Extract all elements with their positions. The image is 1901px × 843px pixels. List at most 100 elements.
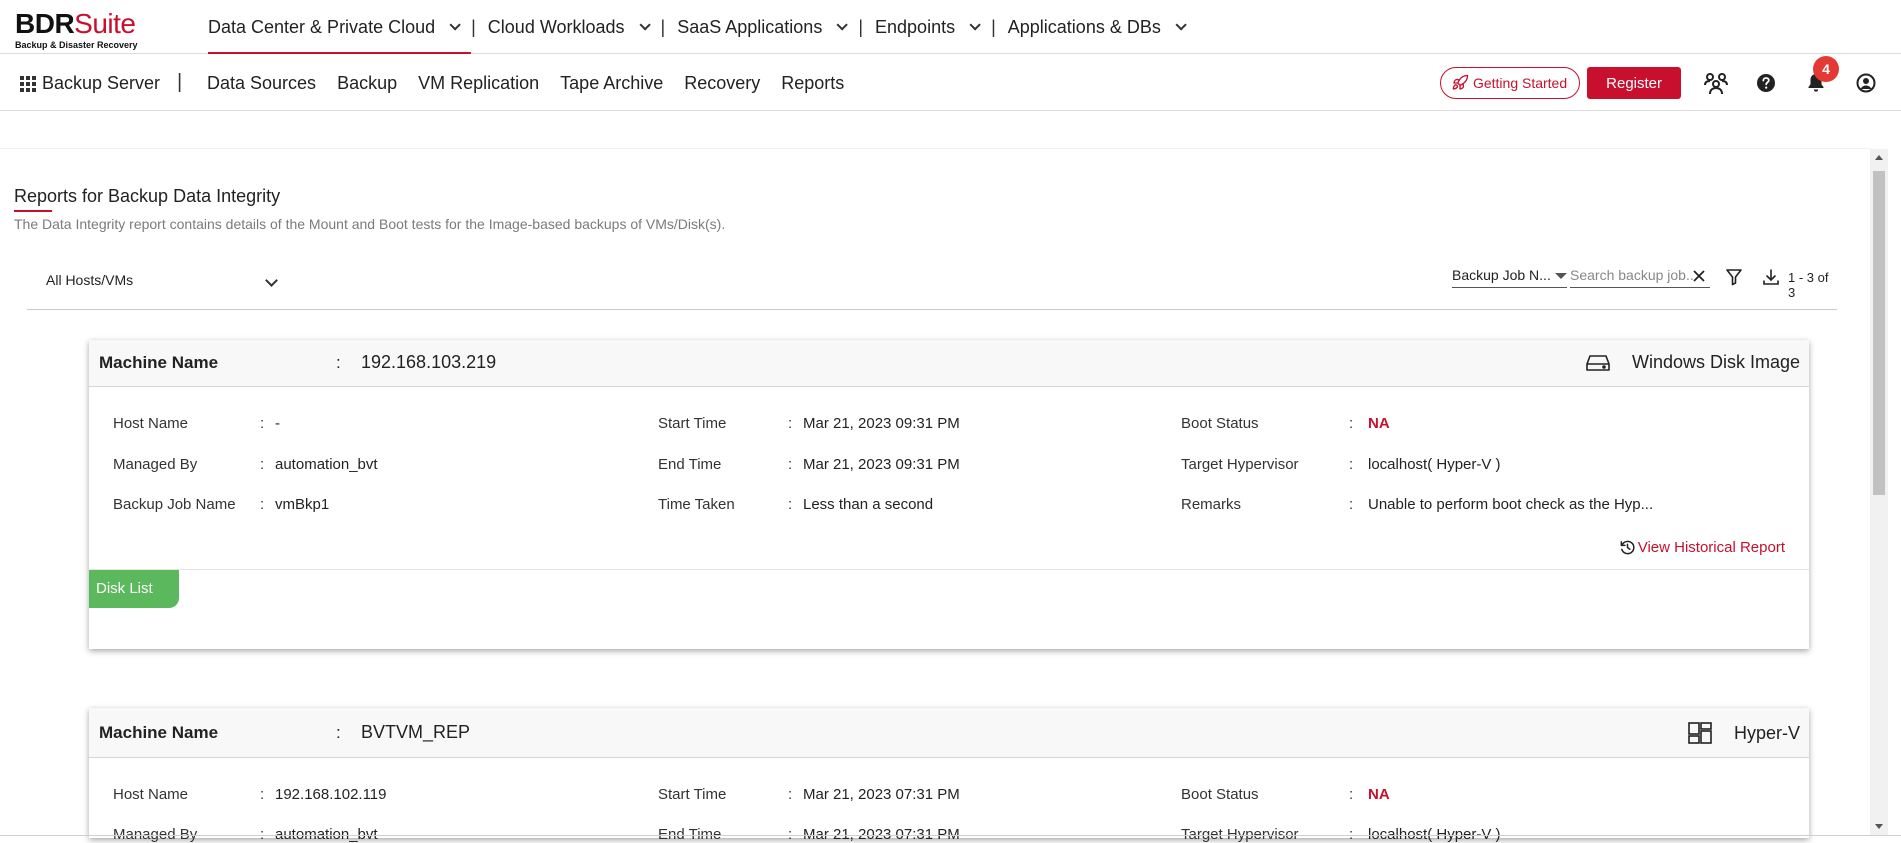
- app-launcher[interactable]: Backup Server: [20, 73, 160, 94]
- user-icon: [1856, 73, 1876, 93]
- backup-type-label: Windows Disk Image: [1631, 352, 1800, 372]
- topnav-endpoints[interactable]: Endpoints: [863, 0, 989, 54]
- colon: :: [1349, 786, 1354, 803]
- logo-text-red: Suite: [74, 8, 136, 39]
- product-nav: Data Center & Private Cloud | Cloud Work…: [196, 0, 1195, 54]
- account-button[interactable]: [1851, 68, 1881, 98]
- chevron-down-icon: [449, 19, 461, 31]
- backup-job-search-input[interactable]: [1570, 267, 1710, 288]
- subnav-item-recovery[interactable]: Recovery: [684, 73, 760, 94]
- field-label: Target Hypervisor: [1181, 456, 1299, 473]
- app-launcher-label: Backup Server: [42, 73, 161, 93]
- colon: :: [788, 456, 793, 473]
- subnav-item-data-sources[interactable]: Data Sources: [207, 73, 316, 94]
- chevron-down-icon: [1175, 19, 1187, 31]
- backup-type: Hyper-V: [1688, 722, 1800, 744]
- rocket-icon: [1452, 74, 1469, 90]
- notifications-button[interactable]: 4: [1801, 56, 1839, 98]
- colon: :: [1349, 415, 1354, 432]
- register-button[interactable]: Register: [1587, 67, 1681, 99]
- field-label: Start Time: [658, 786, 727, 803]
- topnav-label: SaaS Applications: [677, 16, 823, 37]
- chevron-down-icon: [265, 274, 278, 287]
- page-description: The Data Integrity report contains detai…: [14, 216, 726, 232]
- filter-icon[interactable]: [1725, 268, 1743, 286]
- machine-name-label: Machine Name: [99, 353, 219, 372]
- machine-name-label: Machine Name: [99, 723, 219, 742]
- card-header: Machine Name : BVTVM_REP Hyper-V: [89, 708, 1809, 758]
- nav-separator: |: [991, 16, 996, 37]
- colon: :: [1349, 456, 1354, 473]
- machine-name-value: BVTVM_REP: [361, 722, 471, 742]
- getting-started-button[interactable]: Getting Started: [1439, 67, 1581, 99]
- topnav-label: Cloud Workloads: [487, 16, 625, 37]
- scroll-thumb[interactable]: [1873, 171, 1885, 495]
- field-label: Remarks: [1181, 496, 1242, 513]
- field-label: Host Name: [113, 786, 189, 803]
- scroll-up-arrow-icon[interactable]: [1875, 155, 1883, 160]
- top-navigation-bar: BDRSuite Backup & Disaster Recovery Data…: [0, 0, 1901, 54]
- subnav-item-tape-archive[interactable]: Tape Archive: [560, 73, 663, 94]
- field-value: Unable to perform boot check as the Hyp.…: [1368, 496, 1654, 513]
- page-scrollbar[interactable]: [1870, 149, 1888, 835]
- field-label: End Time: [658, 456, 722, 473]
- colon: :: [788, 786, 793, 803]
- subnav-separator: |: [177, 71, 183, 93]
- subnav-item-reports[interactable]: Reports: [781, 73, 844, 94]
- card-details: Host Name : - Managed By : automation_bv…: [89, 387, 1809, 569]
- hard-drive-icon: [1586, 354, 1610, 371]
- subnav-item-vm-replication[interactable]: VM Replication: [418, 73, 539, 94]
- disk-list-panel: Disk List: [89, 569, 1809, 649]
- module-nav: Data Sources Backup VM Replication Tape …: [207, 55, 865, 111]
- notification-count-badge: 4: [1813, 56, 1839, 82]
- header-actions: Getting Started Register 4: [1439, 56, 1881, 99]
- host-vm-select[interactable]: All Hosts/VMs: [46, 272, 278, 288]
- download-icon[interactable]: [1761, 267, 1781, 287]
- nav-separator: |: [660, 16, 666, 37]
- nav-separator: |: [858, 16, 864, 37]
- host-vm-select-value: All Hosts/VMs: [46, 272, 134, 288]
- field-label: Backup Job Name: [113, 496, 236, 513]
- chevron-down-icon: [638, 19, 651, 31]
- field-value: Mar 21, 2023 09:31 PM: [803, 456, 960, 473]
- content-divider: [0, 148, 1870, 149]
- history-icon: [1620, 540, 1635, 555]
- topnav-cloud-workloads[interactable]: Cloud Workloads: [476, 0, 659, 54]
- backup-job-select-value: Backup Job N...: [1452, 267, 1551, 283]
- field-label: Boot Status: [1181, 415, 1259, 432]
- colon: :: [260, 786, 265, 803]
- field-label: Host Name: [113, 415, 189, 432]
- machine-name-value: 192.168.103.219: [361, 352, 497, 372]
- colon: :: [336, 723, 341, 742]
- topnav-saas-applications[interactable]: SaaS Applications: [665, 0, 856, 54]
- topnav-label: Endpoints: [875, 16, 956, 37]
- getting-started-label: Getting Started: [1472, 75, 1568, 91]
- logo-text-dark: BDR: [15, 8, 75, 39]
- help-icon: [1757, 74, 1775, 92]
- page-title: Reports for Backup Data Integrity: [14, 186, 281, 206]
- field-value: vmBkp1: [275, 496, 330, 513]
- subnav-item-backup[interactable]: Backup: [337, 73, 397, 94]
- view-historical-report-link[interactable]: View Historical Report: [1619, 539, 1785, 556]
- nav-separator: |: [471, 16, 476, 37]
- caret-down-icon: [1555, 273, 1567, 279]
- module-navigation-bar: Backup Server | Data Sources Backup VM R…: [0, 55, 1901, 111]
- card-details: Host Name : 192.168.102.119 Managed By :…: [89, 758, 1809, 843]
- field-value: Less than a second: [803, 496, 934, 513]
- chevron-down-icon: [836, 19, 849, 31]
- disk-list-tab[interactable]: Disk List: [89, 570, 179, 608]
- backup-job-select[interactable]: Backup Job N...: [1452, 267, 1567, 288]
- topnav-applications-dbs[interactable]: Applications & DBs: [996, 0, 1195, 54]
- scroll-down-arrow-icon[interactable]: [1875, 824, 1883, 829]
- viewport-bottom-edge: [0, 835, 1901, 836]
- grid-icon: [20, 75, 36, 92]
- close-icon[interactable]: [1690, 267, 1708, 285]
- field-value: Mar 21, 2023 07:31 PM: [803, 786, 960, 803]
- backup-type: Windows Disk Image: [1586, 352, 1800, 373]
- community-button[interactable]: [1701, 68, 1731, 98]
- colon: :: [260, 496, 265, 513]
- topnav-data-center[interactable]: Data Center & Private Cloud: [196, 0, 472, 54]
- field-label: Boot Status: [1181, 786, 1259, 803]
- help-button[interactable]: [1751, 68, 1781, 98]
- bdrsuite-logo[interactable]: BDRSuite Backup & Disaster Recovery: [15, 8, 138, 51]
